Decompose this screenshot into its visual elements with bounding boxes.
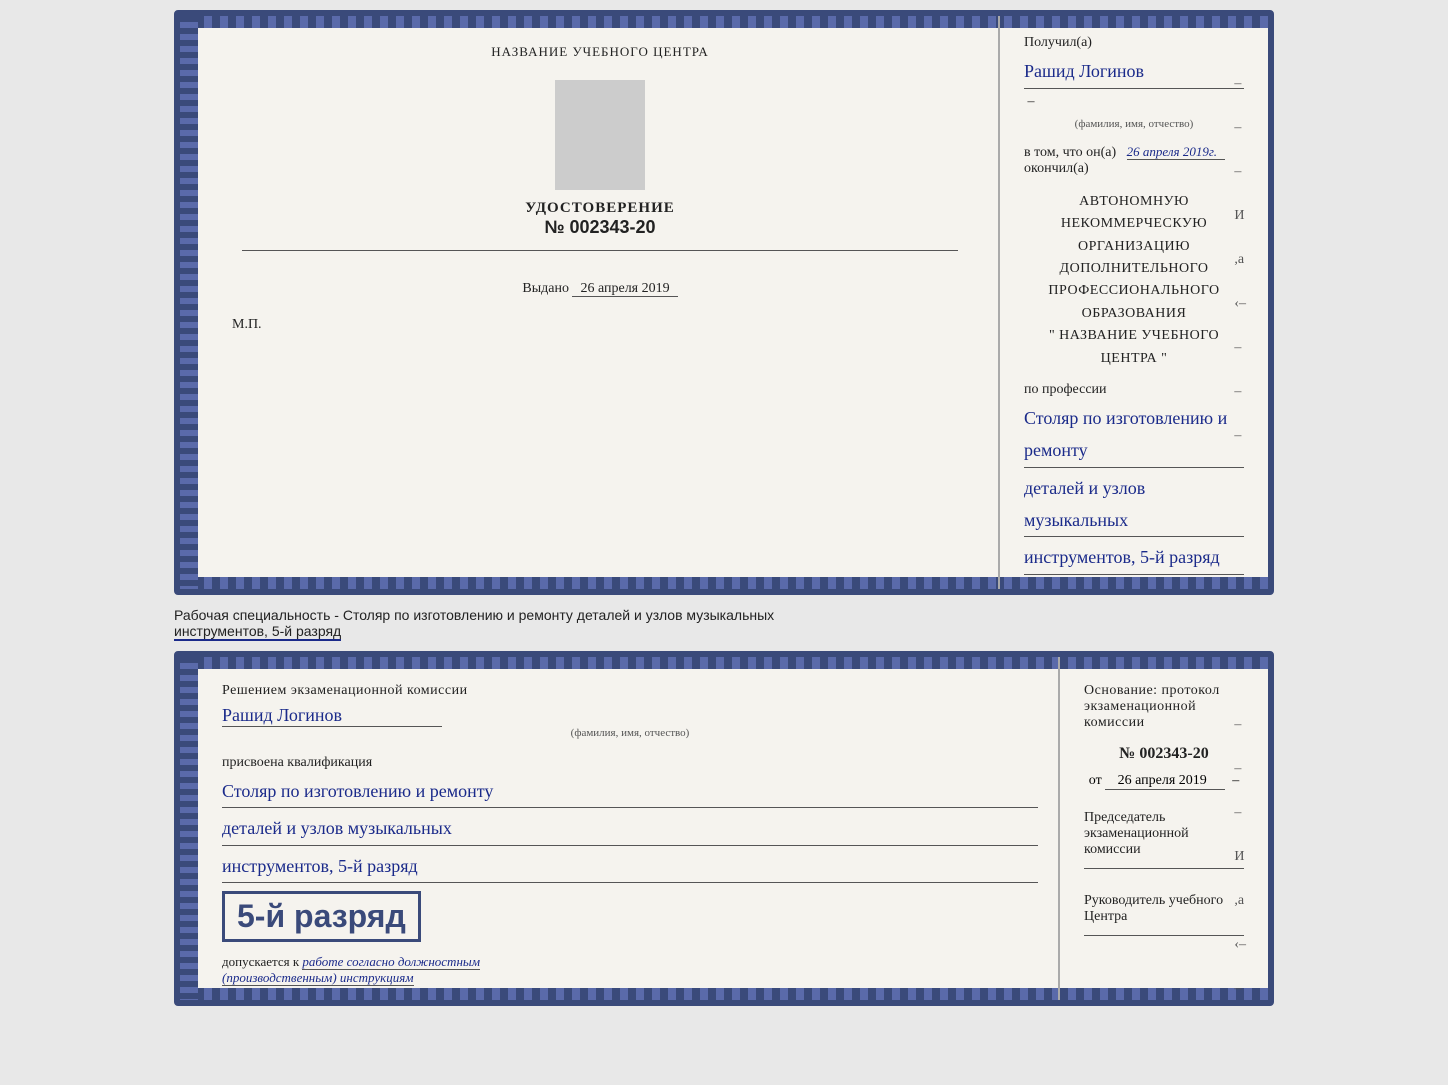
specialty-text: Рабочая специальность - Столяр по изгото…: [174, 603, 1274, 643]
card2-recipient-name: Рашид Логинов: [222, 705, 442, 727]
card2-right-panel: Основание: протокол экзаменационной коми…: [1060, 657, 1268, 1000]
profession-line2: деталей и узлов музыкальных: [1024, 472, 1244, 538]
predsed-label: Председатель экзаменационной: [1084, 810, 1244, 842]
dash2-arrow: ‹–: [1234, 937, 1246, 953]
profession-line1: Столяр по изготовлению и ремонту: [1024, 402, 1244, 468]
vtom-date: 26 апреля 2019г.: [1127, 144, 1225, 160]
rank-box: 5-й разряд: [222, 891, 421, 942]
ruk-label2: Центра: [1084, 909, 1244, 925]
org-block: АВТОНОМНУЮ НЕКОММЕРЧЕСКУЮ ОРГАНИЗАЦИЮ ДО…: [1024, 191, 1244, 370]
poluchil-prefix: Получил(а): [1024, 35, 1092, 50]
ot-label: от: [1089, 773, 1102, 788]
udost-number: № 002343-20: [222, 217, 978, 238]
profession-line3: инструментов, 5-й разряд: [1024, 541, 1244, 574]
vtom-line: в том, что он(а) 26 апреля 2019г. окончи…: [1024, 144, 1244, 177]
dash-4: –: [1234, 340, 1246, 356]
card1-left-panel: НАЗВАНИЕ УЧЕБНОГО ЦЕНТРА УДОСТОВЕРЕНИЕ №…: [180, 16, 1000, 589]
dopuskaetsya-block: допускается к работе согласно должностны…: [222, 954, 1038, 986]
ot-date: 26 апреля 2019: [1105, 773, 1225, 790]
fio-subtitle: (фамилия, имя, отчество): [1024, 118, 1244, 130]
vydano-line: Выдано 26 апреля 2019: [222, 281, 978, 297]
certificate-card-1: НАЗВАНИЕ УЧЕБНОГО ЦЕНТРА УДОСТОВЕРЕНИЕ №…: [174, 10, 1274, 595]
right-side-dashes-2: – – – И ,а ‹– – – –: [1234, 717, 1246, 1006]
dash-2: –: [1234, 120, 1246, 136]
predsed-block: Председатель экзаменационной комиссии: [1084, 810, 1244, 869]
card1-right-panel: Получил(а) Рашид Логинов – (фамилия, имя…: [1000, 16, 1268, 589]
card2-profession-line1: Столяр по изготовлению и ремонту: [222, 775, 1038, 808]
card2-profession-line2: деталей и узлов музыкальных: [222, 812, 1038, 845]
dash-a: ,а: [1234, 252, 1246, 268]
dash2-2: –: [1234, 761, 1246, 777]
udost-label: УДОСТОВЕРЕНИЕ: [222, 200, 978, 217]
card2-left-panel: Решением экзаменационной комиссии Рашид …: [180, 657, 1060, 1000]
card2-fio-subtitle: (фамилия, имя, отчество): [222, 727, 1038, 739]
dash2-i: И: [1234, 849, 1246, 865]
recipient-name: Рашид Логинов: [1024, 55, 1244, 88]
photo-placeholder: [555, 80, 645, 190]
ruk-label: Руководитель учебного: [1084, 893, 1244, 909]
vydano-label: Выдано: [522, 281, 569, 296]
predsed-sign-line: [1084, 868, 1244, 869]
osnovanie-label: Основание: протокол экзаменационной коми…: [1084, 683, 1220, 730]
dash-5: –: [1234, 384, 1246, 400]
dash-arrow: ‹–: [1234, 296, 1246, 312]
dash-3: –: [1234, 164, 1246, 180]
org-line2: ДОПОЛНИТЕЛЬНОГО ПРОФЕССИОНАЛЬНОГО ОБРАЗО…: [1024, 258, 1244, 325]
card1-school-title: НАЗВАНИЕ УЧЕБНОГО ЦЕНТРА: [222, 42, 978, 62]
dash-6: –: [1234, 428, 1246, 444]
ot-date-line: от 26 апреля 2019 –: [1084, 773, 1244, 790]
dopuskaetsya-prefix: допускается к: [222, 954, 299, 969]
left-spine-decoration: [180, 16, 198, 589]
protocol-number: № 002343-20: [1119, 745, 1208, 762]
card2-profession-line3: инструментов, 5-й разряд: [222, 850, 1038, 883]
specialty-underlined: инструментов, 5-й разряд: [174, 623, 341, 641]
reshenie-label: Решением экзаменационной комиссии: [222, 683, 1038, 699]
dash-i: И: [1234, 208, 1246, 224]
specialty-prefix: Рабочая специальность - Столяр по изгото…: [174, 607, 774, 623]
dash2-3: –: [1234, 805, 1246, 821]
vydano-date: 26 апреля 2019: [572, 281, 677, 297]
org-line3: " НАЗВАНИЕ УЧЕБНОГО ЦЕНТРА ": [1024, 325, 1244, 370]
recipient-line: Получил(а) Рашид Логинов –: [1024, 30, 1244, 114]
vtom-prefix: в том, что он(а): [1024, 145, 1116, 160]
prisvoena-label: присвоена квалификация: [222, 755, 1038, 771]
ruk-block: Руководитель учебного Центра: [1084, 893, 1244, 936]
udostoverenie-block: УДОСТОВЕРЕНИЕ № 002343-20: [222, 200, 978, 238]
left-spine-decoration-2: [180, 657, 198, 1000]
dash-1: –: [1234, 76, 1246, 92]
dash2-4: –: [1234, 981, 1246, 997]
dopuskaetsya-italic2: (производственным) инструкциям: [222, 970, 414, 986]
dopuskaetsya-italic1: работе согласно должностным: [302, 954, 480, 970]
org-line1: АВТОНОМНУЮ НЕКОММЕРЧЕСКУЮ ОРГАНИЗАЦИЮ: [1024, 191, 1244, 258]
okonchil: окончил(а): [1024, 161, 1089, 176]
certificate-card-2: Решением экзаменационной комиссии Рашид …: [174, 651, 1274, 1006]
rank-text: 5-й разряд: [237, 898, 406, 934]
ruk-sign-line: [1084, 935, 1244, 936]
mp-line: М.П.: [222, 317, 978, 333]
dash2-1: –: [1234, 717, 1246, 733]
osnovanie-block: Основание: протокол экзаменационной коми…: [1084, 683, 1244, 731]
right-side-dashes: – – – И ,а ‹– – – –: [1234, 76, 1246, 444]
po-professii-label: по профессии: [1024, 382, 1244, 398]
dash2-a: ,а: [1234, 893, 1246, 909]
predsed-label2: комиссии: [1084, 842, 1244, 858]
reshenie-text: Решением экзаменационной комиссии: [222, 683, 468, 698]
